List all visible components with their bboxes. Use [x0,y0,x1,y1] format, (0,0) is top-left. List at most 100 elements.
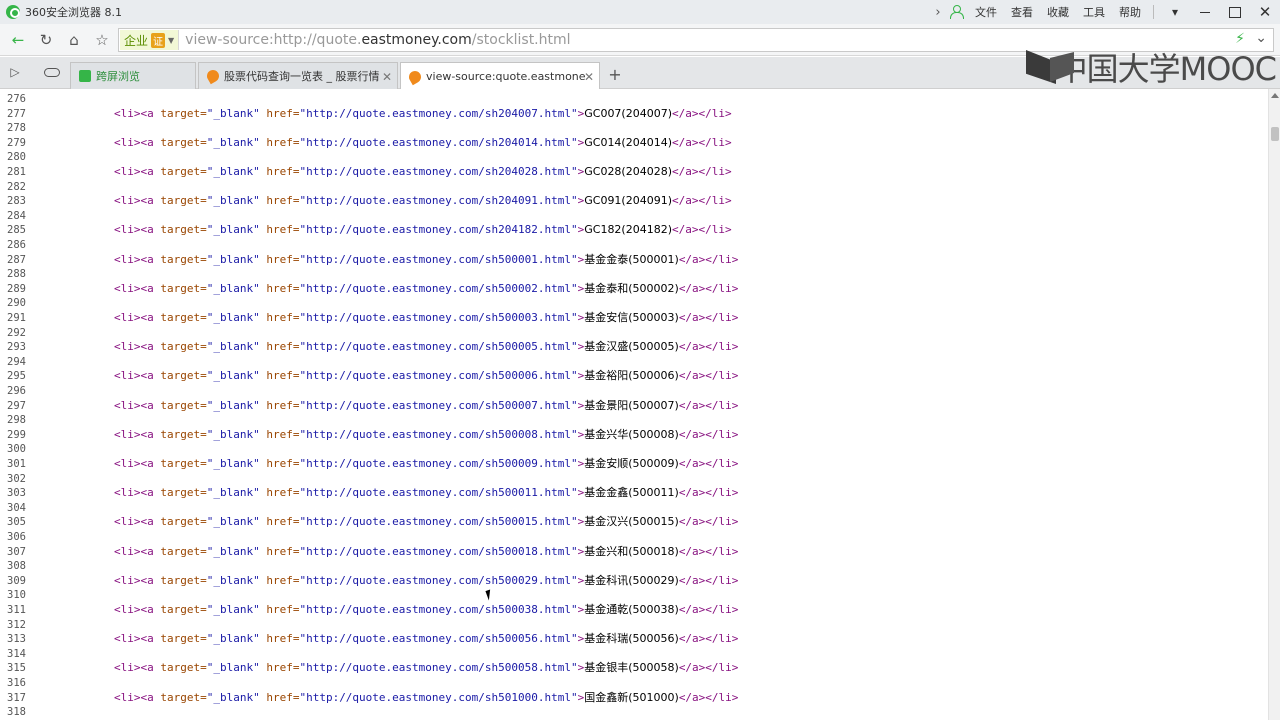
mooc-watermark: 中国大学MOOC [1026,45,1277,89]
attr-token: href= [259,661,300,675]
scroll-up-icon[interactable] [1271,93,1279,98]
href-value: "http://quote.eastmoney.com/sh500001.htm… [299,252,578,266]
link-text: 基金兴华(500008) [584,427,679,441]
url-text[interactable]: view-source:http://quote.eastmoney.com/s… [185,32,570,48]
tag-token: </a></li> [672,135,732,149]
source-line: 306 [0,530,1268,545]
attr-token: target= [160,340,207,354]
tag-token: <li><a [114,223,161,237]
tag-token: </a></li> [672,165,732,178]
minimize-button[interactable] [1190,0,1220,24]
tab-cross-screen[interactable]: 跨屏浏览 [70,62,196,89]
tag-token: <li><a [114,106,161,120]
tag-token: <li><a [114,573,161,587]
tag-token: <li><a [114,486,161,500]
refresh-button[interactable]: ↻ [34,28,58,52]
title-bar-right: › 文件 查看 收藏 工具 帮助 ▾ ✕ [931,0,1280,24]
line-number: 304 [7,501,26,514]
source-code: <li><a target="_blank" href="http://quot… [114,223,732,238]
source-line: 280 [0,150,1268,165]
attr-token: target= [160,223,207,237]
chevron-right-icon[interactable]: › [931,5,945,20]
menu-help[interactable]: 帮助 [1119,4,1141,20]
scrollbar-thumb[interactable] [1271,127,1279,141]
source-line: 288 [0,267,1268,282]
attr-token: href= [259,165,300,178]
href-value: "http://quote.eastmoney.com/sh204091.htm… [299,194,578,208]
maximize-button[interactable] [1220,0,1250,24]
attr-token: href= [259,369,300,383]
divider [1153,5,1154,19]
favorite-star-icon[interactable]: ☆ [90,28,114,52]
tab-stock-list[interactable]: 股票代码查询一览表 _ 股票行情 ✕ [198,62,398,89]
close-tab-icon[interactable]: ✕ [382,70,392,84]
source-line: 286 [0,238,1268,253]
skin-icon[interactable]: ▾ [1160,0,1190,24]
menu-tools[interactable]: 工具 [1083,4,1105,20]
source-line: 310 [0,588,1268,603]
href-value: "http://quote.eastmoney.com/sh500056.htm… [299,632,578,646]
title-bar: 360安全浏览器 8.1 › 文件 查看 收藏 工具 帮助 ▾ ✕ [0,0,1280,24]
tab-label: view-source:quote.eastmone [426,70,586,83]
menu-favorites[interactable]: 收藏 [1047,4,1069,20]
tag-token: <li><a [114,427,161,441]
source-code: <li><a target="_blank" href="http://quot… [114,253,738,268]
source-code: <li><a target="_blank" href="http://quot… [114,486,738,501]
tag-token: <li><a [114,632,161,646]
href-value: "http://quote.eastmoney.com/sh500005.htm… [299,340,578,354]
href-value: "http://quote.eastmoney.com/sh500002.htm… [299,281,578,295]
sidebar-toggle-icon[interactable]: ▷ [6,65,24,81]
menu-file[interactable]: 文件 [975,4,997,20]
link-text: 基金科讯(500029) [584,573,679,587]
watermark-text: 中国大学MOOC [1055,50,1277,88]
vertical-scrollbar[interactable] [1268,89,1280,720]
tag-token: <li><a [114,690,161,704]
line-number: 299 [7,428,26,441]
attr-token: href= [259,252,300,266]
tag-token: <li><a [114,281,161,295]
value-token: "_blank" [206,106,260,120]
source-line: 314 [0,647,1268,662]
new-tab-button[interactable]: + [606,65,624,84]
menu-view[interactable]: 查看 [1011,4,1033,20]
source-view[interactable]: 276 277 <li><a target="_blank" href="http:… [0,89,1268,720]
tab-label: 股票代码查询一览表 _ 股票行情 [224,70,380,83]
cloud-icon[interactable] [44,68,60,77]
attr-token: target= [160,515,207,529]
line-number: 279 [7,136,26,149]
source-line: 303 <li><a target="_blank" href="http://q… [0,486,1268,501]
tag-token: </a></li> [678,632,739,646]
line-number: 310 [7,589,26,602]
tab-view-source[interactable]: view-source:quote.eastmone ✕ [400,62,600,90]
link-text: GC007(204007) [584,106,673,120]
attr-token: href= [259,515,300,529]
url-host: eastmoney.com [361,32,472,48]
source-code: <li><a target="_blank" href="http://quot… [114,194,732,209]
home-button[interactable]: ⌂ [62,28,86,52]
value-token: "_blank" [206,165,260,178]
value-token: "_blank" [206,135,260,149]
line-number: 309 [7,574,26,587]
user-icon[interactable] [949,5,964,19]
attr-token: target= [160,281,207,295]
source-line: 308 [0,559,1268,574]
href-value: "http://quote.eastmoney.com/sh500003.htm… [299,311,578,324]
source-code: <li><a target="_blank" href="http://quot… [114,574,738,589]
source-line: 305 <li><a target="_blank" href="http://q… [0,515,1268,530]
attr-token: target= [160,573,207,587]
attr-token: href= [259,194,300,208]
href-value: "http://quote.eastmoney.com/sh204007.htm… [299,106,578,120]
source-line: 278 [0,121,1268,136]
attr-token: href= [259,690,300,704]
href-value: "http://quote.eastmoney.com/sh500058.htm… [299,661,578,675]
source-line: 297 <li><a target="_blank" href="http://q… [0,399,1268,414]
enterprise-badge[interactable]: 企业 证 ▼ [120,30,180,50]
back-button[interactable]: ← [6,28,30,52]
source-line: 293 <li><a target="_blank" href="http://q… [0,340,1268,355]
close-window-button[interactable]: ✕ [1250,0,1280,24]
close-tab-icon[interactable]: ✕ [584,70,594,84]
line-number: 284 [7,209,26,222]
source-code: <li><a target="_blank" href="http://quot… [114,428,738,443]
source-code: <li><a target="_blank" href="http://quot… [114,632,738,647]
source-code: <li><a target="_blank" href="http://quot… [114,311,738,326]
